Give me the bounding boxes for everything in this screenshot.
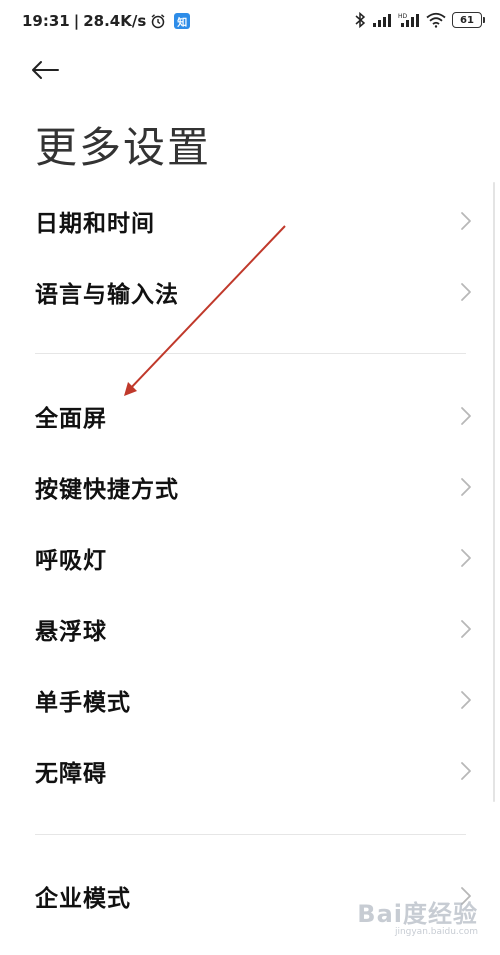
- settings-item-label: 悬浮球: [35, 619, 107, 645]
- svg-text:HD: HD: [398, 13, 408, 20]
- settings-item-label: 单手模式: [35, 690, 131, 716]
- settings-item-accessibility[interactable]: 无障碍: [0, 736, 500, 806]
- chevron-right-icon: [461, 549, 471, 567]
- watermark-logo: Bai度经验: [357, 900, 478, 928]
- bluetooth-icon: [354, 11, 366, 29]
- chevron-right-icon: [461, 283, 471, 301]
- settings-item-one-handed-mode[interactable]: 单手模式: [0, 665, 500, 735]
- settings-item-label: 日期和时间: [35, 211, 155, 237]
- chevron-right-icon: [461, 620, 471, 638]
- settings-item-full-screen[interactable]: 全面屏: [0, 381, 500, 451]
- settings-item-label: 按键快捷方式: [35, 477, 179, 503]
- settings-item-quick-ball[interactable]: 悬浮球: [0, 594, 500, 664]
- chevron-right-icon: [461, 212, 471, 230]
- settings-item-label: 企业模式: [35, 886, 131, 912]
- hd-signal-icon: HD: [398, 12, 420, 28]
- settings-item-label: 语言与输入法: [35, 282, 179, 308]
- settings-item-button-shortcuts[interactable]: 按键快捷方式: [0, 452, 500, 522]
- battery-level: 61: [460, 14, 474, 26]
- alarm-icon: [150, 13, 166, 29]
- status-time: 19:31: [22, 12, 70, 30]
- zhihu-app-icon: 知: [174, 13, 191, 29]
- chevron-right-icon: [461, 407, 471, 425]
- settings-item-notification-light[interactable]: 呼吸灯: [0, 523, 500, 593]
- status-bar: 19:31 | 28.4K/s 知 HD 61: [0, 0, 500, 44]
- page-title: 更多设置: [35, 123, 212, 172]
- status-left: 19:31 | 28.4K/s 知: [22, 12, 191, 30]
- settings-item-date-time[interactable]: 日期和时间: [0, 186, 500, 256]
- back-arrow-icon: [30, 60, 60, 84]
- section-divider: [35, 353, 466, 354]
- section-divider: [35, 834, 466, 835]
- settings-item-label: 呼吸灯: [35, 548, 107, 574]
- status-right: HD 61: [354, 11, 485, 29]
- network-speed: 28.4K/s: [83, 12, 147, 30]
- chevron-right-icon: [461, 478, 471, 496]
- watermark: Bai度经验 jingyan.baidu.com: [357, 894, 478, 937]
- battery-icon: 61: [452, 12, 485, 28]
- chevron-right-icon: [461, 691, 471, 709]
- status-separator: |: [73, 12, 80, 30]
- back-button[interactable]: [30, 52, 74, 92]
- chevron-right-icon: [461, 762, 471, 780]
- settings-item-label: 全面屏: [35, 406, 107, 432]
- wifi-icon: [426, 12, 446, 28]
- settings-item-language-input[interactable]: 语言与输入法: [0, 257, 500, 327]
- settings-item-label: 无障碍: [35, 761, 107, 787]
- signal-icon: [372, 12, 392, 28]
